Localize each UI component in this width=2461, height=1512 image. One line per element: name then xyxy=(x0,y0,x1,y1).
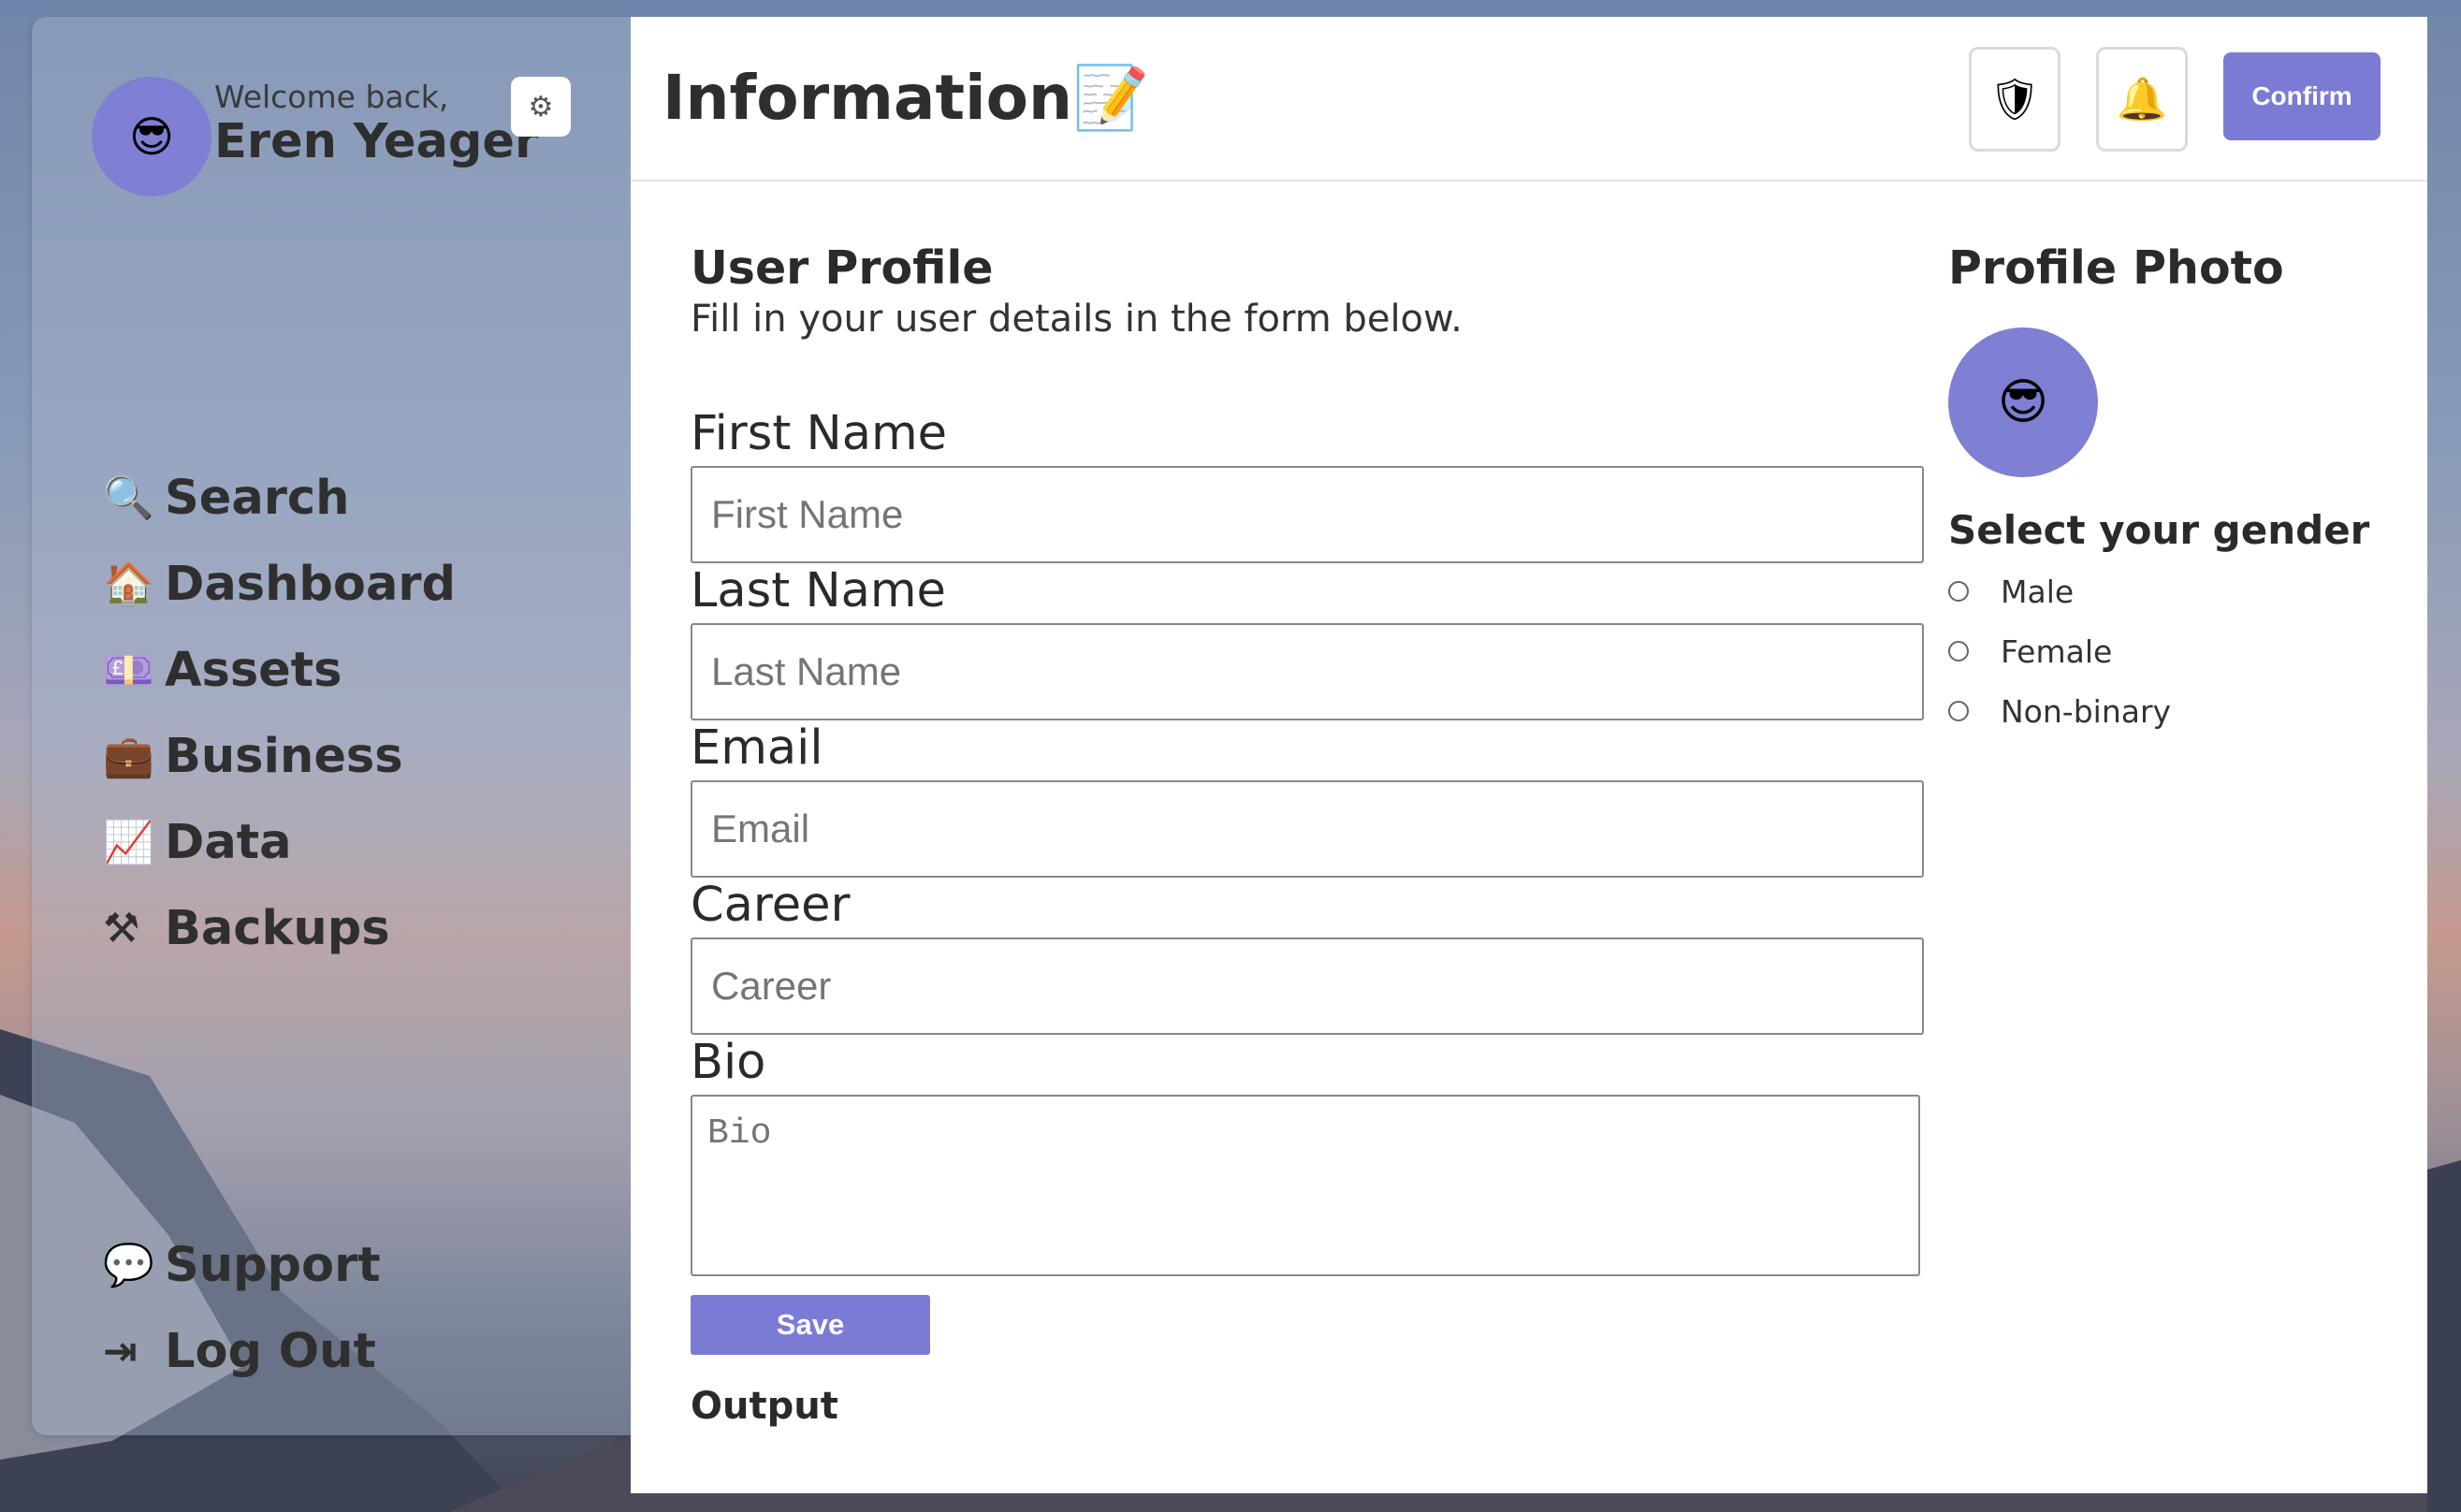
sidebar-bottom-nav: 💬 Support ⇥ Log Out xyxy=(103,1222,381,1394)
user-profile-title: User Profile xyxy=(691,241,994,295)
logout-arrow-icon: ⇥ xyxy=(103,1327,138,1375)
sidebar-item-label: Support xyxy=(165,1237,381,1293)
house-icon: 🏠 xyxy=(103,560,154,608)
user-profile-subtitle: Fill in your user details in the form be… xyxy=(691,298,1463,341)
banknote-icon: 💷 xyxy=(103,647,154,694)
profile-photo[interactable]: 😎 xyxy=(1948,327,2098,477)
profile-photo-title: Profile Photo xyxy=(1948,241,2284,295)
output-label: Output xyxy=(691,1385,838,1428)
briefcase-icon: 💼 xyxy=(103,733,154,780)
bell-icon: 🔔 xyxy=(2116,76,2168,124)
gender-option-female[interactable]: Female xyxy=(1948,629,2112,674)
security-button[interactable]: 🛡 xyxy=(1969,47,2061,152)
email-input[interactable] xyxy=(691,780,1924,878)
sidebar-item-label: Log Out xyxy=(165,1323,376,1379)
bio-textarea[interactable] xyxy=(691,1095,1920,1276)
gender-option-nonbinary[interactable]: Non-binary xyxy=(1948,689,2171,734)
sidebar-item-logout[interactable]: ⇥ Log Out xyxy=(103,1308,381,1394)
radio-button[interactable] xyxy=(1948,581,1969,602)
speech-bubble-icon: 💬 xyxy=(103,1242,154,1289)
email-label: Email xyxy=(691,720,823,776)
photo-emoji: 😎 xyxy=(1997,374,2049,430)
save-button[interactable]: Save xyxy=(691,1295,930,1355)
gender-option-label: Male xyxy=(2001,573,2075,610)
gender-option-male[interactable]: Male xyxy=(1948,569,2074,614)
last-name-input[interactable] xyxy=(691,623,1924,720)
username: Eren Yeager xyxy=(214,114,539,169)
confirm-button[interactable]: Confirm xyxy=(2223,52,2381,140)
sidebar-item-backups[interactable]: ⚒ Backups xyxy=(103,885,456,971)
hammer-wrench-icon: ⚒ xyxy=(103,904,140,952)
sidebar-item-data[interactable]: 📈 Data xyxy=(103,799,456,885)
gear-icon: ⚙ xyxy=(528,90,554,124)
radio-button[interactable] xyxy=(1948,641,1969,662)
chart-increasing-icon: 📈 xyxy=(103,819,154,866)
radio-button[interactable] xyxy=(1948,701,1969,721)
sidebar-item-label: Search xyxy=(165,470,350,526)
gender-option-label: Non-binary xyxy=(2001,692,2172,730)
bio-label: Bio xyxy=(691,1035,766,1090)
shield-icon: 🛡 xyxy=(1988,76,2041,124)
page-title: Information📝 xyxy=(663,62,1150,134)
gender-title: Select your gender xyxy=(1948,507,2370,553)
first-name-label: First Name xyxy=(691,406,948,461)
sidebar-item-business[interactable]: 💼 Business xyxy=(103,713,456,799)
sidebar-item-label: Data xyxy=(165,814,292,870)
settings-button[interactable]: ⚙ xyxy=(511,77,571,137)
gender-option-label: Female xyxy=(2001,632,2113,670)
sidebar-nav: 🔍 Search 🏠 Dashboard 💷 Assets 💼 Business… xyxy=(103,455,456,971)
sidebar-item-search[interactable]: 🔍 Search xyxy=(103,455,456,541)
avatar-emoji: 😎 xyxy=(129,111,174,162)
last-name-label: Last Name xyxy=(691,563,946,618)
sidebar-item-label: Dashboard xyxy=(165,556,457,612)
top-bar: Information📝 🛡 🔔 Confirm xyxy=(631,17,2427,182)
sidebar-item-label: Business xyxy=(165,728,403,784)
career-label: Career xyxy=(691,878,851,933)
user-avatar[interactable]: 😎 xyxy=(92,77,211,196)
sidebar-item-label: Backups xyxy=(165,900,390,956)
first-name-input[interactable] xyxy=(691,466,1924,563)
sidebar-item-label: Assets xyxy=(165,642,342,698)
sidebar: 😎 Welcome back, Eren Yeager ⚙ 🔍 Search 🏠… xyxy=(32,17,631,1435)
main-panel: Information📝 🛡 🔔 Confirm User Profile Fi… xyxy=(631,17,2427,1493)
welcome-text: Welcome back, xyxy=(214,79,449,115)
sidebar-item-assets[interactable]: 💷 Assets xyxy=(103,627,456,713)
sidebar-item-support[interactable]: 💬 Support xyxy=(103,1222,381,1308)
notifications-button[interactable]: 🔔 xyxy=(2096,47,2188,152)
career-input[interactable] xyxy=(691,938,1924,1035)
search-icon: 🔍 xyxy=(103,474,154,522)
sidebar-item-dashboard[interactable]: 🏠 Dashboard xyxy=(103,541,456,627)
